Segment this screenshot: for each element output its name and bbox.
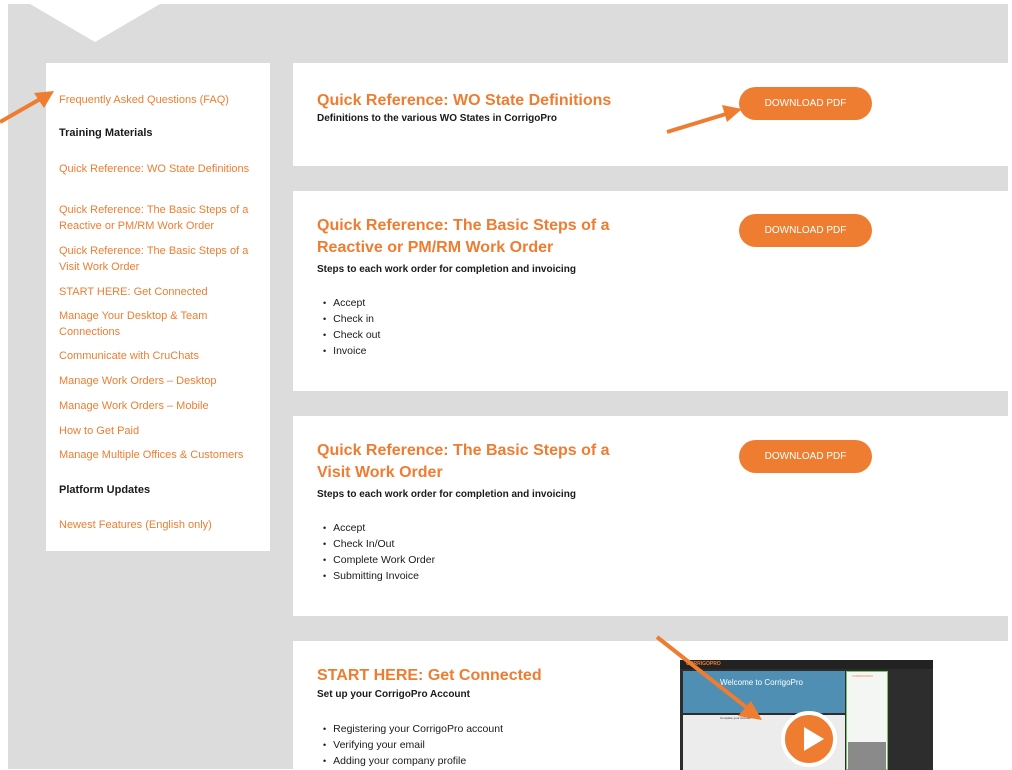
steps-list: Registering your CorrigoPro account Veri… — [323, 721, 503, 769]
sidebar-link-multiple-offices[interactable]: Manage Multiple Offices & Customers — [59, 447, 264, 463]
sidebar-link-wo-mobile[interactable]: Manage Work Orders – Mobile — [59, 398, 264, 414]
video-side-logo: CORRIGOPRO — [852, 674, 873, 678]
card-visit-steps: Quick Reference: The Basic Steps of a Vi… — [293, 416, 1008, 616]
list-item: Registering your CorrigoPro account — [323, 721, 503, 737]
list-item: Invoice — [323, 343, 380, 359]
card-title: Quick Reference: The Basic Steps of a Re… — [317, 217, 610, 256]
list-item: Verifying your email — [323, 737, 503, 753]
list-item: Submitting Invoice — [323, 568, 435, 584]
card-subtitle: Set up your CorrigoPro Account — [317, 689, 470, 700]
steps-list: Accept Check In/Out Complete Work Order … — [323, 520, 435, 584]
card-title: Quick Reference: The Basic Steps of a Vi… — [317, 442, 610, 481]
sidebar-heading-training: Training Materials — [59, 127, 153, 139]
sidebar-link-cruchats[interactable]: Communicate with CruChats — [59, 348, 264, 364]
download-pdf-button[interactable]: DOWNLOAD PDF — [739, 440, 872, 473]
sidebar-link-get-connected[interactable]: START HERE: Get Connected — [59, 284, 264, 300]
card-subtitle: Definitions to the various WO States in … — [317, 113, 558, 124]
list-item: Check In/Out — [323, 536, 435, 552]
arrow-icon — [666, 105, 742, 134]
sidebar-link-reactive-steps[interactable]: Quick Reference: The Basic Steps of a Re… — [59, 202, 264, 234]
sidebar-nav: Frequently Asked Questions (FAQ) Trainin… — [46, 63, 270, 551]
card-title: Quick Reference: WO State Definitions — [317, 92, 612, 109]
sidebar-link-newest-features[interactable]: Newest Features (English only) — [59, 517, 264, 533]
list-item: Check in — [323, 311, 380, 327]
sidebar-link-faq[interactable]: Frequently Asked Questions (FAQ) — [59, 92, 264, 108]
sidebar-heading-platform: Platform Updates — [59, 484, 151, 496]
arrow-icon — [655, 635, 762, 720]
download-pdf-button[interactable]: DOWNLOAD PDF — [739, 214, 872, 247]
steps-list: Accept Check in Check out Invoice — [323, 295, 380, 359]
sidebar-link-wo-desktop[interactable]: Manage Work Orders – Desktop — [59, 373, 264, 389]
list-item: Complete Work Order — [323, 552, 435, 568]
card-wo-state: Quick Reference: WO State Definitions De… — [293, 63, 1008, 166]
sidebar-link-wo-state[interactable]: Quick Reference: WO State Definitions — [59, 161, 264, 177]
sidebar-link-visit-steps[interactable]: Quick Reference: The Basic Steps of a Vi… — [59, 243, 264, 275]
card-subtitle: Steps to each work order for completion … — [317, 264, 576, 275]
card-reactive-steps: Quick Reference: The Basic Steps of a Re… — [293, 191, 1008, 391]
arrow-icon — [0, 91, 54, 124]
list-item: Check out — [323, 327, 380, 343]
play-icon[interactable] — [781, 711, 837, 767]
list-item: Adding your company profile — [323, 753, 503, 769]
sidebar-link-desktop-team[interactable]: Manage Your Desktop & Team Connections — [59, 308, 264, 340]
card-subtitle: Steps to each work order for completion … — [317, 489, 576, 500]
list-item: Accept — [323, 520, 435, 536]
video-photo — [848, 742, 886, 770]
sidebar-link-get-paid[interactable]: How to Get Paid — [59, 423, 264, 439]
header-notch — [30, 4, 160, 42]
download-pdf-button[interactable]: DOWNLOAD PDF — [739, 87, 872, 120]
list-item: Accept — [323, 295, 380, 311]
card-title: START HERE: Get Connected — [317, 667, 542, 684]
